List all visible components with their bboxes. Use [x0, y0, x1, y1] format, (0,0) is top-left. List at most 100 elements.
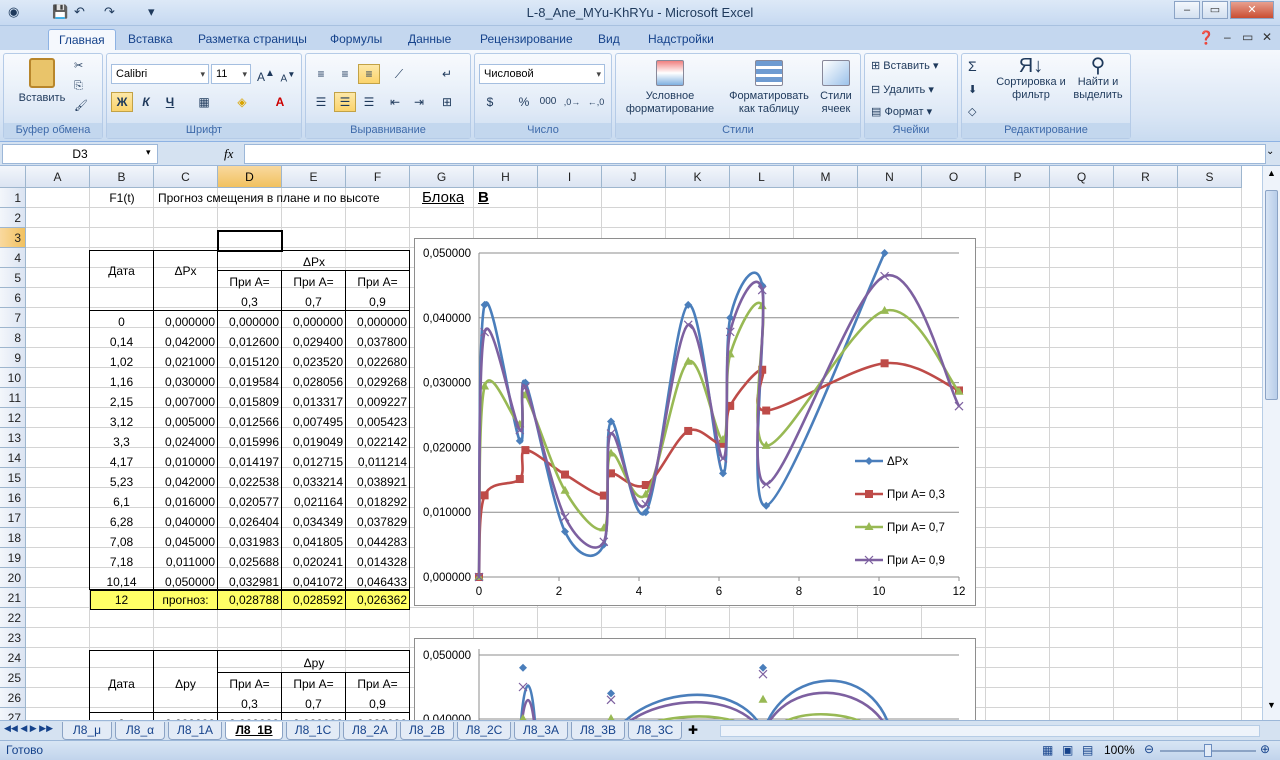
tab-data[interactable]: Данные	[398, 29, 461, 50]
scroll-up-icon[interactable]: ▲	[1264, 168, 1279, 184]
decrease-indent-icon[interactable]: ⇤	[384, 92, 406, 112]
t1-alpha-1[interactable]: 0,3	[218, 292, 281, 312]
t1-cell[interactable]: 0,040000	[154, 512, 217, 532]
doc-close-icon[interactable]: ✕	[1262, 30, 1272, 44]
t2-header-pri-2[interactable]: При A=	[282, 674, 345, 694]
page-break-view-icon[interactable]: ▤	[1082, 743, 1093, 757]
row-header-11[interactable]: 11	[0, 388, 26, 408]
chart-2[interactable]: 0,050000 0,040000	[414, 638, 976, 720]
page-layout-view-icon[interactable]: ▣	[1062, 743, 1073, 757]
t1-cell[interactable]: 0,011000	[154, 552, 217, 572]
minimize-button[interactable]: –	[1174, 1, 1200, 19]
row-header-16[interactable]: 16	[0, 488, 26, 508]
t1-cell[interactable]: 0,015120	[218, 352, 281, 372]
row-header-9[interactable]: 9	[0, 348, 26, 368]
t1-header-group[interactable]: ΔPx	[218, 252, 410, 272]
t2-alpha-2[interactable]: 0,7	[282, 694, 345, 714]
t2-header-group[interactable]: Δpy	[218, 653, 410, 673]
align-left-icon[interactable]: ☰	[310, 92, 332, 112]
t1-header-date[interactable]: Дата	[90, 261, 153, 281]
t1-cell[interactable]: 0,022142	[346, 432, 409, 452]
t1-cell[interactable]: 0,012600	[218, 332, 281, 352]
name-box-dropdown-icon[interactable]: ▾	[146, 147, 151, 158]
t1-cell[interactable]: 2,15	[90, 392, 153, 412]
column-header-D[interactable]: D	[218, 166, 282, 188]
row-header-13[interactable]: 13	[0, 428, 26, 448]
formula-input[interactable]	[244, 144, 1266, 164]
row-header-12[interactable]: 12	[0, 408, 26, 428]
name-box[interactable]: D3	[2, 144, 158, 164]
increase-decimal-icon[interactable]: ,0→	[561, 92, 583, 112]
cell-H1[interactable]: В	[478, 188, 489, 208]
t1-header-pri-3[interactable]: При A=	[346, 272, 409, 292]
zoom-slider-thumb[interactable]	[1204, 744, 1212, 757]
row-header-18[interactable]: 18	[0, 528, 26, 548]
row-header-22[interactable]: 22	[0, 608, 26, 628]
row-header-5[interactable]: 5	[0, 268, 26, 288]
t1-cell[interactable]: 7,18	[90, 552, 153, 572]
t1-cell[interactable]: 7,08	[90, 532, 153, 552]
t1-cell[interactable]: 0	[90, 312, 153, 332]
sheet-tab-4[interactable]: Л8_1С	[286, 722, 340, 740]
paste-button[interactable]: Вставить	[12, 58, 72, 105]
number-format-combo[interactable]: Числовой	[479, 64, 605, 84]
t1-cell[interactable]: 0,050000	[154, 572, 217, 592]
t1-cell[interactable]: 0,020577	[218, 492, 281, 512]
row-header-27[interactable]: 27	[0, 708, 26, 720]
t1-cell[interactable]: 0,013317	[282, 392, 345, 412]
t1-cell[interactable]: 0,026404	[218, 512, 281, 532]
format-painter-icon[interactable]: 🖌	[74, 100, 88, 113]
t1-cell[interactable]: 0,010000	[154, 452, 217, 472]
fill-color-icon[interactable]: ◈	[231, 92, 253, 112]
row-header-1[interactable]: 1	[0, 188, 26, 208]
wrap-text-icon[interactable]: ↵	[436, 64, 458, 84]
row-header-17[interactable]: 17	[0, 508, 26, 528]
fill-icon[interactable]: ⬇	[968, 84, 977, 97]
align-bottom-icon[interactable]: ≡	[358, 64, 380, 84]
t1-cell[interactable]: 5,23	[90, 472, 153, 492]
t1-cell[interactable]: 0,000000	[346, 312, 409, 332]
column-header-F[interactable]: F	[346, 166, 410, 188]
align-center-icon[interactable]: ☰	[334, 92, 356, 112]
column-header-G[interactable]: G	[410, 166, 474, 188]
column-header-A[interactable]: A	[26, 166, 90, 188]
t1-cell[interactable]: 0,042000	[154, 472, 217, 492]
column-header-M[interactable]: M	[794, 166, 858, 188]
thousands-button[interactable]: 000	[537, 92, 559, 112]
sheet-tab-8[interactable]: Л8_3А	[514, 722, 568, 740]
t1-cell[interactable]: 0,000000	[282, 312, 345, 332]
t2-header-date[interactable]: Дата	[90, 674, 153, 694]
font-name-combo[interactable]: Calibri	[111, 64, 209, 84]
t1-cell[interactable]: 0,041072	[282, 572, 345, 592]
sheet-tab-7[interactable]: Л8_2С	[457, 722, 511, 740]
normal-view-icon[interactable]: ▦	[1042, 743, 1053, 757]
row-header-4[interactable]: 4	[0, 248, 26, 268]
t1-cell[interactable]: 0,038921	[346, 472, 409, 492]
shrink-font-icon[interactable]: A▼	[277, 64, 299, 84]
sheet-tab-0[interactable]: Л8_μ	[62, 722, 112, 740]
insert-cells-button[interactable]: ⊞ Вставить ▾	[871, 60, 939, 73]
zoom-out-icon[interactable]: ⊖	[1144, 742, 1154, 756]
column-header-L[interactable]: L	[730, 166, 794, 188]
t1-cell[interactable]: 0,037800	[346, 332, 409, 352]
t1-cell[interactable]: 0,031983	[218, 532, 281, 552]
t1-cell[interactable]: 0,029268	[346, 372, 409, 392]
t1-cell[interactable]: 0,022680	[346, 352, 409, 372]
column-header-J[interactable]: J	[602, 166, 666, 188]
t1-alpha-2[interactable]: 0,7	[282, 292, 345, 312]
row-header-14[interactable]: 14	[0, 448, 26, 468]
sheet-tab-5[interactable]: Л8_2А	[343, 722, 397, 740]
vertical-scrollbar[interactable]: ▲ ▼	[1262, 166, 1280, 720]
t1-cell[interactable]: 0,019049	[282, 432, 345, 452]
t1-cell[interactable]: 0,018292	[346, 492, 409, 512]
orientation-icon[interactable]: ⟋	[388, 64, 410, 84]
worksheet-grid[interactable]: A B C D E F G H I J K L M N O P Q R S 1 2 3 4 5 6 7 8 9 10 11 12 13 14 15…	[0, 166, 1262, 720]
t1-cell[interactable]: 0,000000	[154, 312, 217, 332]
column-header-P[interactable]: P	[986, 166, 1050, 188]
tab-view[interactable]: Вид	[588, 29, 630, 50]
percent-button[interactable]: %	[513, 92, 535, 112]
sheet-tab-6[interactable]: Л8_2В	[400, 722, 454, 740]
help-icon[interactable]: ❓	[1198, 30, 1214, 46]
t1-cell[interactable]: 0,045000	[154, 532, 217, 552]
t1-cell[interactable]: 0,012566	[218, 412, 281, 432]
